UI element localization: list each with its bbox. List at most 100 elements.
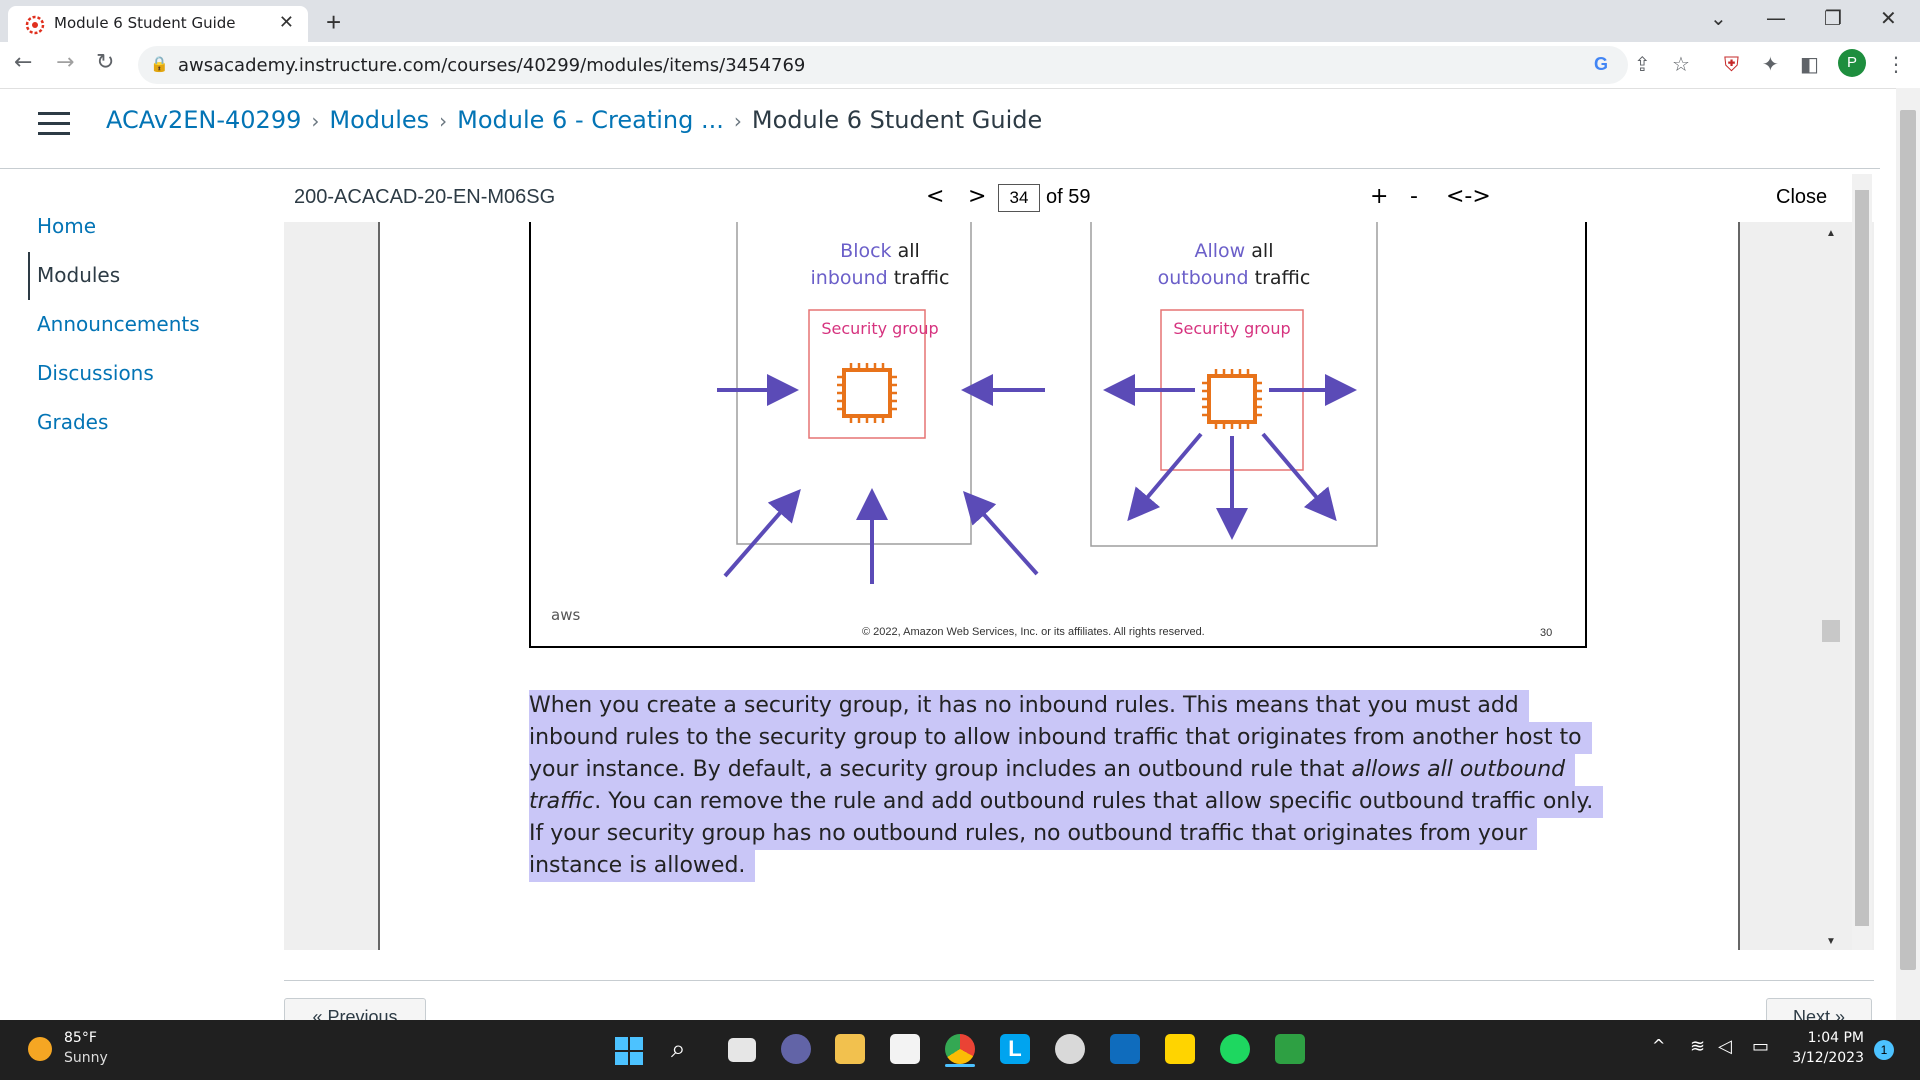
- zoom-in-button[interactable]: +: [1370, 184, 1388, 209]
- chrome-icon[interactable]: [945, 1034, 975, 1064]
- slide-notes: When you create a security group, it has…: [529, 690, 1604, 882]
- notes-line: your instance. By default, a security gr…: [529, 754, 1576, 786]
- inbound-arrow: [963, 491, 1039, 576]
- close-window-icon[interactable]: ✕: [1880, 6, 1897, 30]
- scroll-down-icon[interactable]: ▼: [1826, 936, 1836, 947]
- header-divider: [0, 168, 1880, 169]
- fit-width-button[interactable]: <->: [1446, 184, 1491, 209]
- notes-line: If your security group has no outbound r…: [529, 818, 1538, 850]
- weather-desc[interactable]: Sunny: [64, 1050, 108, 1066]
- tab-title: Module 6 Student Guide: [54, 14, 236, 32]
- chevron-right-icon: ›: [311, 109, 320, 133]
- browser-tab[interactable]: Module 6 Student Guide ✕: [8, 6, 308, 42]
- notification-badge[interactable]: 1: [1874, 1040, 1894, 1060]
- sun-icon[interactable]: [28, 1037, 52, 1061]
- document-scrollbar-thumb[interactable]: [1822, 620, 1840, 642]
- browser-toolbar: ← → ↻ 🔒 awsacademy.instructure.com/cours…: [0, 42, 1920, 89]
- weather-temp[interactable]: 85°F: [64, 1030, 97, 1046]
- security-group-label: Security group: [821, 319, 939, 338]
- url-text[interactable]: awsacademy.instructure.com/courses/40299…: [178, 55, 805, 76]
- breadcrumb: ACAv2EN-40299 › Modules › Module 6 - Creatin…: [106, 106, 1042, 134]
- nav-discussions[interactable]: Discussions: [37, 361, 154, 385]
- outbound-panel-title: Allow all outbound traffic: [1157, 240, 1311, 289]
- google-translate-icon[interactable]: G: [1594, 54, 1608, 75]
- sticky-notes-icon[interactable]: [1165, 1034, 1195, 1064]
- side-panel-icon[interactable]: ◧: [1800, 52, 1819, 76]
- scroll-up-icon[interactable]: ▲: [1826, 228, 1836, 239]
- volume-icon[interactable]: ◁: [1718, 1036, 1732, 1057]
- search-icon[interactable]: ⌕: [671, 1034, 686, 1065]
- microsoft-store-icon[interactable]: [890, 1034, 920, 1064]
- slide-copyright: © 2022, Amazon Web Services, Inc. or its…: [862, 626, 1205, 638]
- nav-modules[interactable]: Modules: [37, 263, 120, 287]
- file-explorer-icon[interactable]: [835, 1034, 865, 1064]
- next-page-button[interactable]: >: [968, 184, 986, 209]
- zoom-out-button[interactable]: -: [1410, 184, 1418, 209]
- canvas-logo-icon: [25, 15, 45, 35]
- slide-page-number: 30: [1540, 627, 1553, 639]
- task-view-icon[interactable]: [728, 1038, 756, 1062]
- outbound-arrow: [1261, 432, 1337, 522]
- reload-icon[interactable]: ↻: [96, 50, 114, 75]
- chevron-right-icon: ›: [439, 109, 448, 133]
- aws-logo: aws: [551, 606, 581, 624]
- profile-avatar[interactable]: P: [1838, 49, 1866, 77]
- download-app-icon[interactable]: [1275, 1034, 1305, 1064]
- viewer-scrollbar-thumb[interactable]: [1855, 190, 1869, 926]
- extension-shield-icon[interactable]: ⛨: [1724, 52, 1739, 76]
- clock-date[interactable]: 3/12/2023: [1790, 1050, 1864, 1066]
- nav-grades[interactable]: Grades: [37, 410, 108, 434]
- back-icon[interactable]: ←: [14, 50, 32, 75]
- page-scrollbar-thumb[interactable]: [1900, 110, 1916, 970]
- chevron-right-icon: ›: [733, 109, 742, 133]
- spotify-icon[interactable]: [1220, 1034, 1250, 1064]
- new-tab-icon[interactable]: +: [326, 7, 341, 38]
- inbound-panel-title: Block all inbound traffic: [810, 240, 950, 289]
- tab-close-icon[interactable]: ✕: [279, 12, 294, 33]
- forward-icon[interactable]: →: [56, 50, 74, 75]
- close-viewer-button[interactable]: Close: [1776, 186, 1827, 209]
- instance-chip-icon: [837, 363, 897, 423]
- teams-chat-icon[interactable]: [781, 1034, 811, 1064]
- clock-time[interactable]: 1:04 PM: [1800, 1030, 1864, 1046]
- breadcrumb-module[interactable]: Module 6 - Creating ...: [457, 106, 724, 134]
- footer-divider: [284, 980, 1874, 981]
- wifi-icon[interactable]: ≋: [1690, 1036, 1705, 1057]
- lock-icon: 🔒: [150, 56, 169, 73]
- security-group-label: Security group: [1173, 319, 1291, 338]
- notes-line: traffic. You can remove the rule and add…: [529, 786, 1604, 818]
- share-icon[interactable]: ⇪: [1634, 52, 1651, 76]
- windows-start-icon[interactable]: [615, 1037, 643, 1065]
- chevron-up-icon[interactable]: ^: [1652, 1036, 1665, 1055]
- tab-search-icon[interactable]: ⌄: [1710, 6, 1727, 30]
- document-name: 200-ACACAD-20-EN-M06SG: [294, 186, 556, 208]
- nav-announcements[interactable]: Announcements: [37, 312, 200, 336]
- prev-page-button[interactable]: <: [926, 184, 944, 209]
- outbound-arrow: [1127, 432, 1203, 522]
- breadcrumb-course[interactable]: ACAv2EN-40299: [106, 106, 301, 134]
- clock-app-icon[interactable]: [1055, 1034, 1085, 1064]
- address-bar[interactable]: 🔒 awsacademy.instructure.com/courses/402…: [138, 46, 1628, 84]
- mail-icon[interactable]: [1110, 1034, 1140, 1064]
- active-app-indicator: [945, 1064, 975, 1067]
- breadcrumb-modules[interactable]: Modules: [329, 106, 429, 134]
- notes-line: inbound rules to the security group to a…: [529, 722, 1592, 754]
- extensions-puzzle-icon[interactable]: ✦: [1762, 52, 1779, 76]
- page-number-input[interactable]: 34: [998, 184, 1040, 212]
- nav-active-indicator: [28, 252, 30, 300]
- nav-home[interactable]: Home: [37, 214, 96, 238]
- bookmark-star-icon[interactable]: ☆: [1672, 52, 1690, 76]
- breadcrumb-current: Module 6 Student Guide: [751, 106, 1043, 134]
- inbound-arrow: [723, 488, 801, 578]
- security-group-diagram: [717, 222, 1378, 584]
- chrome-menu-icon[interactable]: ⋮: [1886, 52, 1906, 76]
- hamburger-menu-icon[interactable]: [38, 112, 70, 136]
- instance-chip-icon: [1202, 369, 1262, 429]
- restore-icon[interactable]: ❐: [1824, 6, 1842, 30]
- page-count: of 59: [1046, 186, 1091, 208]
- notes-line: instance is allowed.: [529, 850, 756, 882]
- notes-line: When you create a security group, it has…: [529, 690, 1529, 722]
- launcher-l-icon[interactable]: L: [1000, 1034, 1030, 1064]
- minimize-icon[interactable]: —: [1766, 6, 1786, 30]
- battery-icon[interactable]: ▭: [1752, 1036, 1769, 1057]
